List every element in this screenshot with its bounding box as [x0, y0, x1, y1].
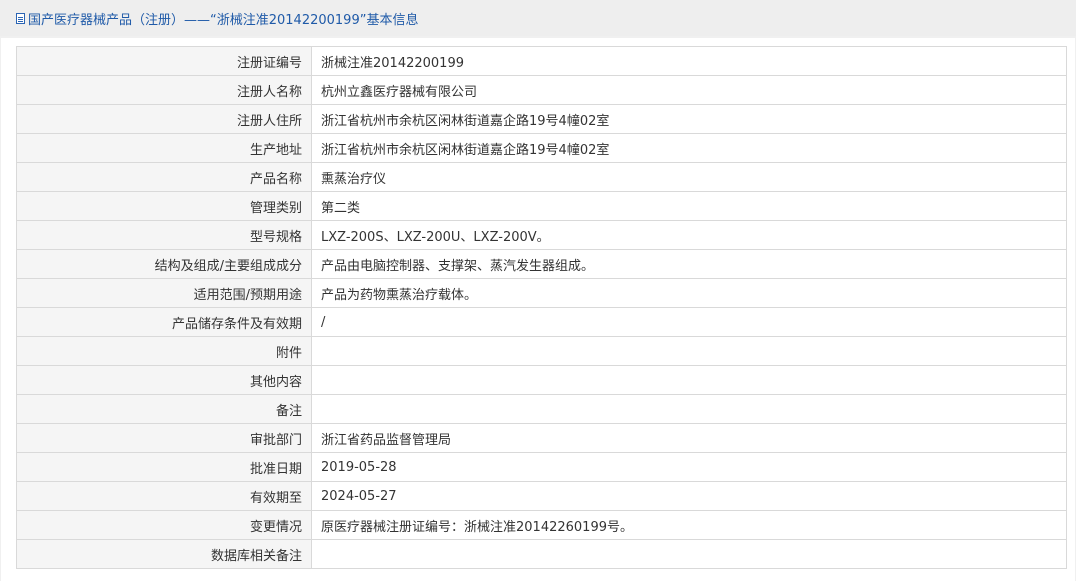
row-label: 有效期至 — [16, 481, 312, 511]
row-label: 管理类别 — [16, 191, 312, 221]
table-row: 适用范围/预期用途 产品为药物熏蒸治疗载体。 — [16, 278, 1067, 308]
row-label: 产品名称 — [16, 162, 312, 192]
table-row: 批准日期 2019-05-28 — [16, 452, 1067, 482]
row-label: 注册人住所 — [16, 104, 312, 134]
row-value: 第二类 — [311, 191, 1067, 221]
row-label: 数据库相关备注 — [16, 539, 312, 569]
row-label: 注册人名称 — [16, 75, 312, 105]
table-row: 变更情况 原医疗器械注册证编号：浙械注准20142260199号。 — [16, 510, 1067, 540]
row-value: 浙械注准20142200199 — [311, 46, 1067, 76]
row-value — [311, 394, 1067, 424]
page-title: 国产医疗器械产品（注册）——“浙械注准20142200199”基本信息 — [28, 12, 419, 28]
page-header: 国产医疗器械产品（注册）——“浙械注准20142200199”基本信息 — [0, 0, 1076, 36]
row-value: 原医疗器械注册证编号：浙械注准20142260199号。 — [311, 510, 1067, 540]
table-row: 生产地址 浙江省杭州市余杭区闲林街道嘉企路19号4幢02室 — [16, 133, 1067, 163]
row-label: 变更情况 — [16, 510, 312, 540]
row-value: 产品为药物熏蒸治疗载体。 — [311, 278, 1067, 308]
row-label: 批准日期 — [16, 452, 312, 482]
row-value: 产品由电脑控制器、支撑架、蒸汽发生器组成。 — [311, 249, 1067, 279]
row-label: 备注 — [16, 394, 312, 424]
table-row: 产品名称 熏蒸治疗仪 — [16, 162, 1067, 192]
table-row: 产品储存条件及有效期 / — [16, 307, 1067, 337]
row-value: 浙江省杭州市余杭区闲林街道嘉企路19号4幢02室 — [311, 104, 1067, 134]
table-row: 型号规格 LXZ-200S、LXZ-200U、LXZ-200V。 — [16, 220, 1067, 250]
row-value: 浙江省药品监督管理局 — [311, 423, 1067, 453]
row-label: 附件 — [16, 336, 312, 366]
info-table-body: 注册证编号 浙械注准20142200199 注册人名称 杭州立鑫医疗器械有限公司 注册人… — [16, 46, 1067, 569]
info-table: 注册证编号 浙械注准20142200199 注册人名称 杭州立鑫医疗器械有限公司 注册人… — [16, 46, 1067, 569]
table-row: 结构及组成/主要组成成分 产品由电脑控制器、支撑架、蒸汽发生器组成。 — [16, 249, 1067, 279]
row-value: LXZ-200S、LXZ-200U、LXZ-200V。 — [311, 220, 1067, 250]
table-row: 附件 — [16, 336, 1067, 366]
table-row: 其他内容 — [16, 365, 1067, 395]
row-value: 杭州立鑫医疗器械有限公司 — [311, 75, 1067, 105]
row-label: 产品储存条件及有效期 — [16, 307, 312, 337]
table-row: 注册人住所 浙江省杭州市余杭区闲林街道嘉企路19号4幢02室 — [16, 104, 1067, 134]
table-row: 有效期至 2024-05-27 — [16, 481, 1067, 511]
row-value: 2019-05-28 — [311, 452, 1067, 482]
table-row: 注册证编号 浙械注准20142200199 — [16, 46, 1067, 76]
table-row: 注册人名称 杭州立鑫医疗器械有限公司 — [16, 75, 1067, 105]
table-row: 管理类别 第二类 — [16, 191, 1067, 221]
document-icon — [16, 12, 25, 24]
row-label: 生产地址 — [16, 133, 312, 163]
row-value — [311, 365, 1067, 395]
table-row: 备注 — [16, 394, 1067, 424]
row-label: 结构及组成/主要组成成分 — [16, 249, 312, 279]
info-panel: 注册证编号 浙械注准20142200199 注册人名称 杭州立鑫医疗器械有限公司 注册人… — [1, 38, 1075, 581]
table-row: 审批部门 浙江省药品监督管理局 — [16, 423, 1067, 453]
row-value — [311, 539, 1067, 569]
row-value: / — [311, 307, 1067, 337]
row-value: 熏蒸治疗仪 — [311, 162, 1067, 192]
row-label: 其他内容 — [16, 365, 312, 395]
row-label: 适用范围/预期用途 — [16, 278, 312, 308]
row-value: 2024-05-27 — [311, 481, 1067, 511]
table-row: 数据库相关备注 — [16, 539, 1067, 569]
row-label: 型号规格 — [16, 220, 312, 250]
row-value: 浙江省杭州市余杭区闲林街道嘉企路19号4幢02室 — [311, 133, 1067, 163]
row-label: 注册证编号 — [16, 46, 312, 76]
row-label: 审批部门 — [16, 423, 312, 453]
row-value — [311, 336, 1067, 366]
